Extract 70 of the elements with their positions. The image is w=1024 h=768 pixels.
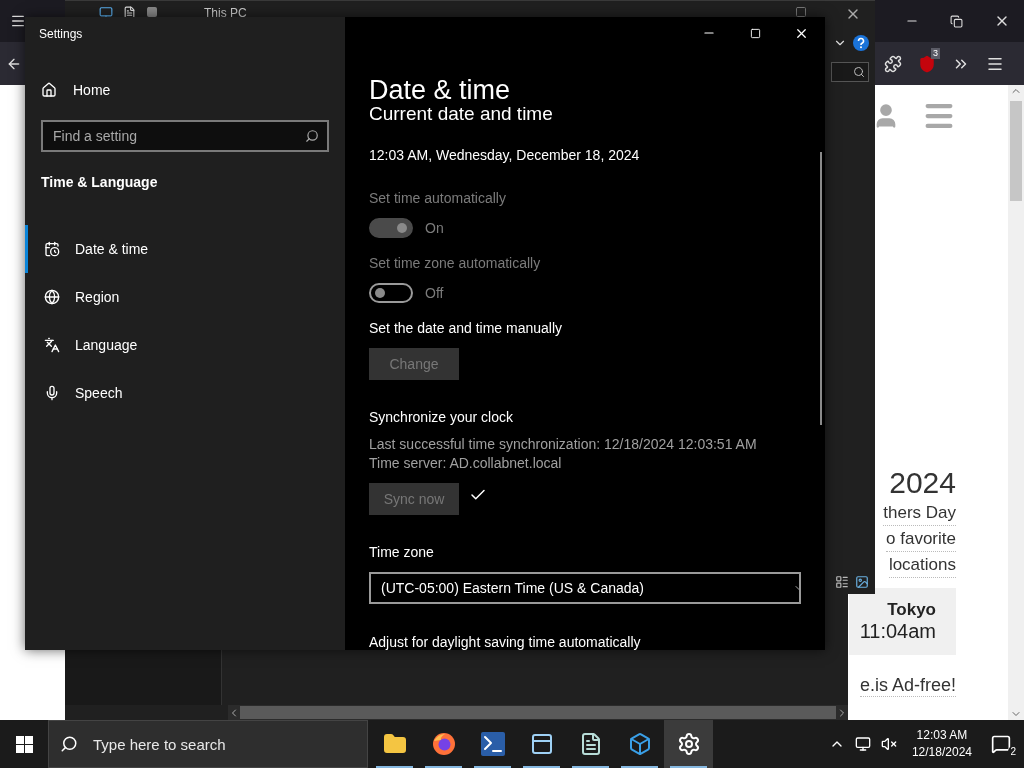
search-icon [305,129,319,143]
document-icon [123,6,136,19]
search-icon [853,66,865,78]
nav-item[interactable]: Speech [25,369,345,417]
menu-icon [10,13,26,29]
firefox-icon [431,732,456,756]
search-field[interactable]: Find a setting [41,120,329,152]
globe-icon [44,289,60,305]
notification-icon [991,734,1011,754]
shield-icon [918,54,936,73]
window-title: Settings [38,26,84,43]
search-field[interactable] [831,62,869,82]
help-icon[interactable] [853,35,869,51]
window-title: This PC [204,6,247,20]
scroll-thumb[interactable] [240,706,836,719]
puzzle-icon [884,54,902,73]
window-panel-icon [529,732,554,756]
sync-info: Time server: AD.collabnet.local [369,454,562,473]
network-icon [854,736,871,752]
toggle-state: On [425,220,444,236]
toggle-state: Off [425,285,444,301]
calendar-clock-icon [44,241,60,257]
home-link[interactable]: Home [41,75,345,105]
settings-icon [676,732,701,756]
notification-count: 2 [1008,746,1018,758]
large-icons-view-icon[interactable] [855,575,869,589]
windows-logo-icon [15,735,33,753]
nav-item[interactable]: Region [25,273,345,321]
monitor-icon [99,6,113,20]
search-icon [60,735,78,753]
details-view-icon[interactable] [835,575,849,589]
volume-muted-icon [880,736,897,752]
page-text-line: thers Day [883,500,956,526]
current-date-time: 12:03 AM, Wednesday, December 18, 2024 [369,146,640,165]
home-icon [41,82,57,98]
language-icon [44,337,60,353]
terminal-icon [480,732,505,756]
toggle-label: Set time automatically [369,189,506,208]
extension-badge: 3 [931,47,940,59]
section-title: Time & Language [41,174,159,190]
clock[interactable]: 12:03 AM 12/18/2024 [903,727,980,761]
horizontal-scrollbar[interactable] [228,705,848,720]
footer-text: e.is Ad-free! [859,675,956,697]
daylight-label: Adjust for daylight saving time automatically [369,633,641,650]
folder-icon [382,732,407,756]
vertical-scrollbar[interactable] [1008,85,1024,720]
taskbar-search-field[interactable]: Type here to search [48,720,368,768]
toggle-label: Set time zone automatically [369,254,541,273]
microphone-icon [44,385,60,401]
sync-heading: Synchronize your clock [369,408,513,427]
square-icon [146,6,158,18]
restore-icon [950,14,963,28]
maximize-icon [749,27,761,39]
city-name: Tokyo [887,600,936,620]
sync-info: Last successful time synchronization: 12/18/2024 12:03:51 AM [369,435,757,454]
time-zone-dropdown[interactable]: (UTC-05:00) Eastern Time (US & Canada) [369,572,801,604]
page-text-line: o favorite [886,526,956,552]
shield-extension-button[interactable]: 3 [910,47,944,80]
page-text-line: locations [888,552,956,578]
nav-item[interactable]: Language [25,321,345,369]
taskbar-app-button[interactable] [664,720,713,768]
headline: 2024 [889,466,956,500]
manual-label: Set the date and time manually [369,319,562,338]
scroll-thumb[interactable] [1010,101,1022,201]
city-time: 11:04am [859,620,936,643]
time-zone-label: Time zone [369,543,434,562]
scrollbar[interactable] [820,152,822,425]
cube-icon [627,732,652,756]
maximize-icon[interactable] [795,6,807,18]
notifications-button[interactable]: 2 [984,720,1018,768]
